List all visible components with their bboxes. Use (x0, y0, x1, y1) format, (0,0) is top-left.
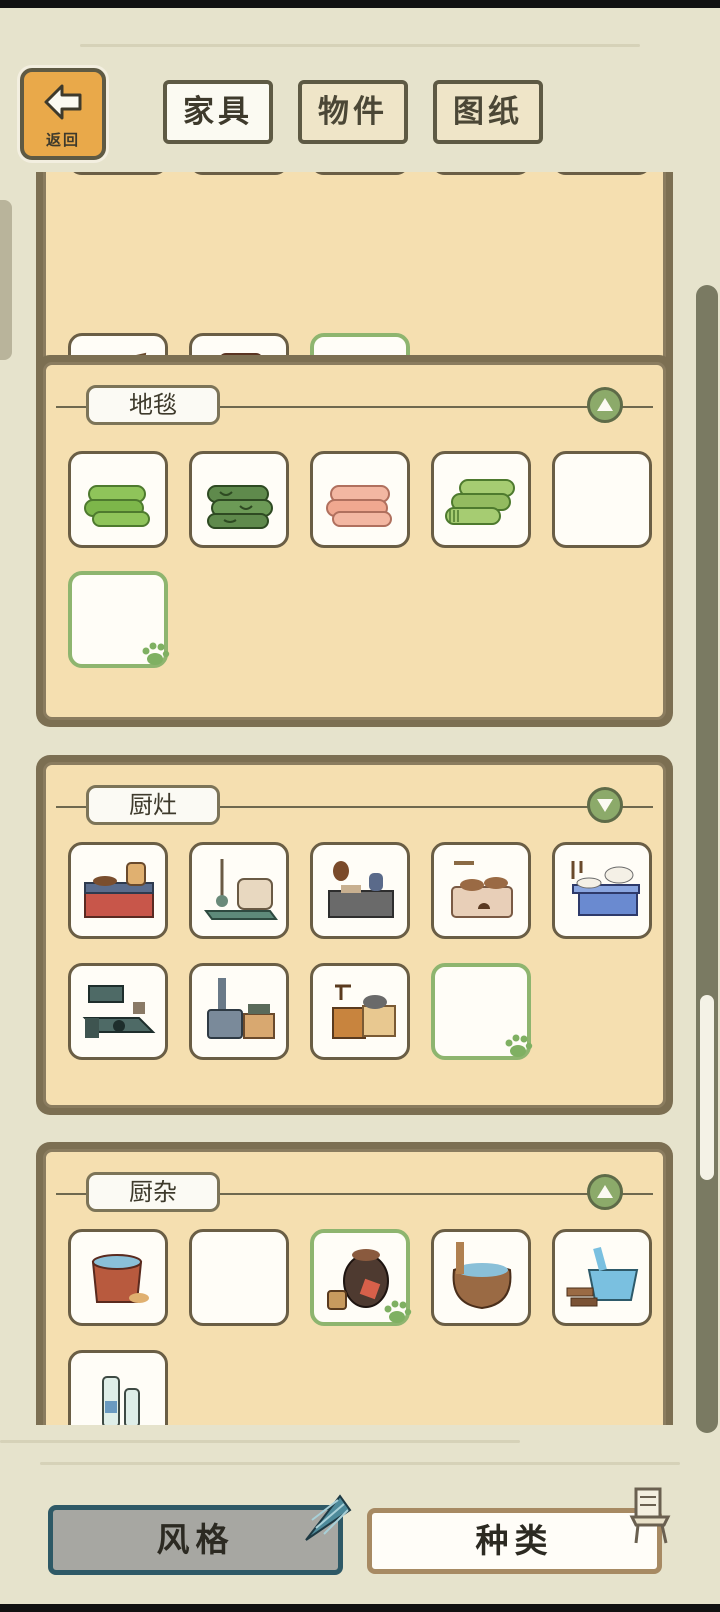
collapse-up-icon (597, 1185, 613, 1198)
tab-furniture[interactable]: 家具 (163, 80, 273, 144)
item-iron-wood-stove[interactable] (189, 963, 289, 1060)
collapse-button[interactable] (587, 787, 623, 823)
back-label: 返回 (45, 131, 80, 149)
item-slot[interactable] (68, 172, 168, 175)
paw-print-icon (142, 642, 170, 665)
item-slot-selected[interactable] (68, 571, 170, 668)
striped-rug-icon (445, 479, 515, 525)
navigation-bar (0, 1604, 720, 1612)
scrollbar-thumb[interactable] (700, 995, 714, 1180)
item-striped-green-rug[interactable] (431, 451, 531, 548)
back-arrow-icon (44, 84, 82, 120)
section-rugs: 地毯 (36, 355, 673, 727)
item-slot[interactable] (431, 172, 531, 175)
wooden-stove-icon (332, 984, 396, 1039)
wood-grain (80, 44, 640, 47)
item-tool-stove[interactable] (189, 842, 289, 939)
wash-basin-icon (566, 1246, 639, 1307)
back-button[interactable]: 返回 (20, 68, 106, 160)
wood-stove-icon (207, 978, 275, 1039)
brick-stove-icon (84, 862, 154, 918)
item-patterned-green-rug[interactable] (189, 451, 289, 548)
pink-rug-icon (326, 485, 392, 527)
scrollbar-track[interactable] (696, 285, 718, 1433)
catalog-scroll-area[interactable]: 地毯 厨灶 厨杂 (0, 172, 720, 1425)
collapse-button[interactable] (587, 387, 623, 423)
shell-icon (305, 1494, 352, 1541)
coffee-stove-icon (328, 861, 394, 918)
item-glass-bottles[interactable] (68, 1350, 168, 1425)
item-pickle-jar[interactable] (310, 1229, 412, 1326)
section-title: 厨灶 (86, 785, 220, 825)
style-button[interactable]: 风格 (48, 1505, 343, 1575)
tab-items[interactable]: 物件 (298, 80, 408, 144)
item-clay-oven[interactable] (431, 842, 531, 939)
water-urn-icon (452, 1242, 512, 1310)
clay-oven-icon (451, 861, 513, 918)
paw-print-icon (505, 1034, 533, 1057)
item-wash-basin[interactable] (552, 1229, 652, 1326)
item-coffee-stove[interactable] (310, 842, 410, 939)
section-kitchenware: 厨杂 (36, 1142, 673, 1425)
item-brick-stove[interactable] (68, 842, 168, 939)
section-title: 地毯 (86, 385, 220, 425)
section-stoves: 厨灶 (36, 755, 673, 1115)
grill-stove-icon (82, 985, 156, 1038)
green-rug-icon (84, 485, 150, 527)
blue-stove-icon (571, 861, 640, 916)
item-slot[interactable] (310, 172, 410, 175)
item-dark-grill-stove[interactable] (68, 963, 168, 1060)
item-slot[interactable] (189, 172, 289, 175)
bottles-icon (102, 1376, 140, 1425)
item-pink-rolled-rug[interactable] (310, 451, 410, 548)
section-title: 厨杂 (86, 1172, 220, 1212)
tab-blueprints[interactable]: 图纸 (433, 80, 543, 144)
item-water-urn[interactable] (431, 1229, 531, 1326)
status-bar (0, 0, 720, 8)
wood-grain (40, 1462, 680, 1465)
item-blue-cabinet-stove[interactable] (552, 842, 652, 939)
item-slot-empty[interactable] (189, 1229, 289, 1326)
chair-icon (629, 1487, 671, 1544)
category-button[interactable]: 种类 (367, 1508, 662, 1574)
item-slot-empty[interactable] (552, 451, 652, 548)
collapse-up-icon (597, 398, 613, 411)
soup-pot-icon (91, 1254, 149, 1303)
wood-grain (0, 1440, 520, 1443)
item-wooden-stove[interactable] (310, 963, 410, 1060)
tool-stove-icon (204, 859, 278, 920)
item-slot-selected[interactable] (431, 963, 533, 1060)
item-soup-pot[interactable] (68, 1229, 168, 1326)
collapse-down-icon (597, 799, 613, 812)
patterned-rug-icon (207, 485, 273, 529)
item-slot[interactable] (552, 172, 652, 175)
item-green-rolled-rug[interactable] (68, 451, 168, 548)
paw-print-icon (384, 1300, 412, 1323)
collapse-button[interactable] (587, 1174, 623, 1210)
